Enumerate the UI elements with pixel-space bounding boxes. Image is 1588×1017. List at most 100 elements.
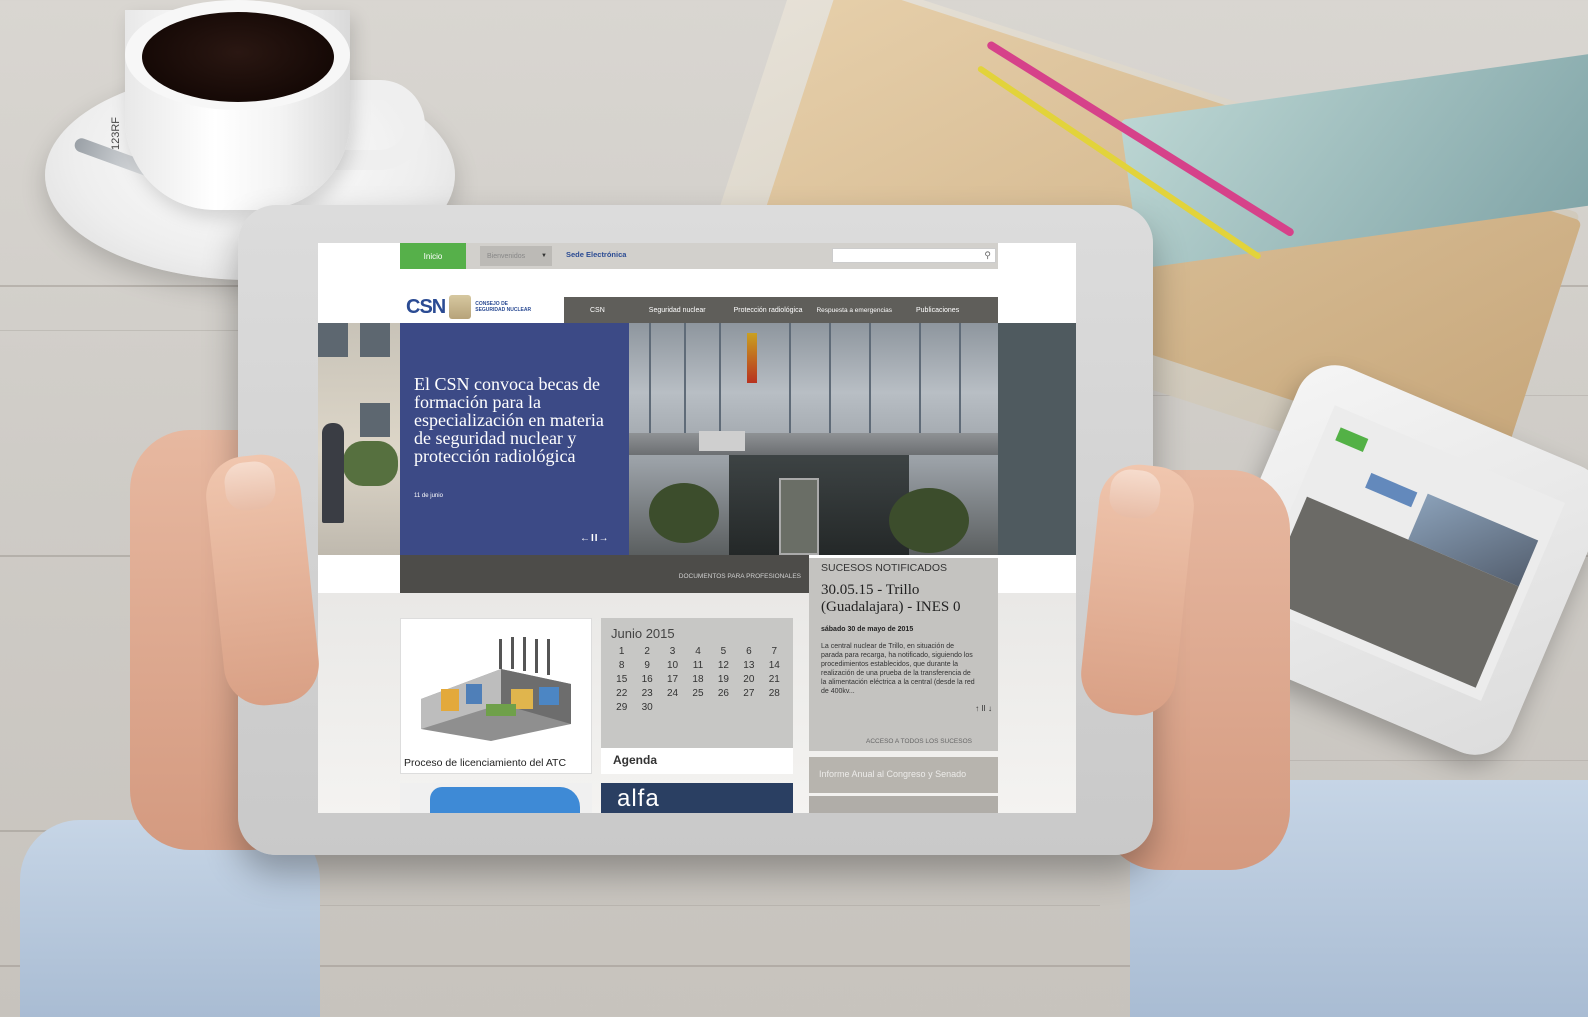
calendar-day[interactable]: 13 <box>736 660 761 671</box>
wood-grain <box>0 330 240 331</box>
coffee <box>142 12 334 102</box>
sucesos-controls[interactable]: ↑ II ↓ <box>975 703 992 714</box>
agenda-link[interactable]: Agenda <box>601 748 793 774</box>
sede-electronica-link[interactable]: Sede Electrónica <box>566 250 626 259</box>
all-sucesos-link[interactable]: ACCESO A TODOS LOS SUCESOS <box>866 738 972 745</box>
phone-home-tab <box>1335 427 1369 452</box>
calendar-day[interactable]: 15 <box>609 674 634 685</box>
calendar-grid: 1 2 3 4 5 6 7 8 9 10 11 12 13 14 15 16 1… <box>609 646 787 713</box>
nav-item-respuesta-emergencias[interactable]: Respuesta a emergencias <box>806 307 906 314</box>
window <box>318 323 348 357</box>
calendar-day[interactable]: 30 <box>634 702 659 713</box>
calendar-day[interactable]: 9 <box>634 660 659 671</box>
search-icon[interactable]: ⚲ <box>984 250 991 261</box>
sucesos-header: SUCESOS NOTIFICADOS <box>821 562 948 574</box>
hero-panel[interactable]: El CSN convoca becas de formación para l… <box>400 323 629 555</box>
entrance-canopy <box>629 433 998 455</box>
entrance <box>729 455 909 555</box>
calendar-day[interactable]: 2 <box>634 646 659 657</box>
chevron-down-icon: ▼ <box>541 253 547 259</box>
building-sign <box>699 431 745 451</box>
calendar-day[interactable]: 21 <box>762 674 787 685</box>
sucesos-panel: SUCESOS NOTIFICADOS 30.05.15 - Trillo (G… <box>809 558 998 751</box>
calendar-day[interactable]: 20 <box>736 674 761 685</box>
calendar-card: Junio 2015 1 2 3 4 5 6 7 8 9 10 11 12 13… <box>601 618 793 774</box>
calendar-day[interactable]: 7 <box>762 646 787 657</box>
tablet-screen: Inicio Bienvenidos ▼ Sede Electrónica ⚲ … <box>318 243 1076 813</box>
calendar-day[interactable]: 1 <box>609 646 634 657</box>
atc-card-label[interactable]: Proceso de licenciamiento del ATC <box>404 757 566 769</box>
window-mullion <box>829 323 831 433</box>
coat-of-arms-icon <box>449 295 472 319</box>
window-mullion <box>789 323 791 433</box>
atc-card[interactable]: Proceso de licenciamiento del ATC <box>400 618 592 774</box>
calendar-day[interactable]: 18 <box>685 674 710 685</box>
map-shape <box>430 787 580 813</box>
informe-anual-link[interactable]: Informe Anual al Congreso y Senado <box>809 757 998 793</box>
next-banner[interactable] <box>809 796 998 813</box>
slider-controls[interactable]: ←II→ <box>580 533 610 544</box>
hero-side-photo <box>318 323 400 555</box>
documents-bar[interactable]: DOCUMENTOS PARA PROFESIONALES <box>400 555 809 593</box>
plants <box>343 441 398 486</box>
map-card[interactable] <box>400 783 592 813</box>
search-input[interactable]: ⚲ <box>832 248 996 263</box>
shrub <box>649 483 719 543</box>
calendar-day[interactable]: 24 <box>660 688 685 699</box>
calendar-day[interactable]: 26 <box>711 688 736 699</box>
hero-title[interactable]: El CSN convoca becas de formación para l… <box>414 375 619 465</box>
wood-grain <box>300 905 1100 906</box>
facility-illustration <box>421 637 571 741</box>
window <box>360 403 390 437</box>
right-thumbnail <box>1107 467 1163 521</box>
window-mullion <box>684 323 686 433</box>
window-mullion <box>869 323 871 433</box>
person <box>322 423 344 523</box>
window-mullion <box>959 323 961 433</box>
photo-credit: 123RF <box>110 116 122 150</box>
calendar-month: Junio 2015 <box>611 626 675 641</box>
calendar-day[interactable]: 23 <box>634 688 659 699</box>
calendar-day[interactable]: 14 <box>762 660 787 671</box>
nav-item-proteccion-radiologica[interactable]: Protección radiológica <box>724 307 807 314</box>
hero-building-photo <box>629 323 998 555</box>
calendar-day[interactable]: 25 <box>685 688 710 699</box>
calendar-day[interactable]: 29 <box>609 702 634 713</box>
language-select[interactable]: Bienvenidos ▼ <box>480 246 552 266</box>
calendar-day[interactable]: 27 <box>736 688 761 699</box>
window <box>360 323 390 357</box>
window-mullion <box>649 323 651 433</box>
calendar-day[interactable]: 10 <box>660 660 685 671</box>
hero-date: 11 de junio <box>414 493 443 499</box>
calendar-day[interactable]: 28 <box>762 688 787 699</box>
calendar-day[interactable]: 8 <box>609 660 634 671</box>
informe-anual-label: Informe Anual al Congreso y Senado <box>819 769 967 779</box>
suceso-body: La central nuclear de Trillo, en situaci… <box>821 643 975 695</box>
phone-screen <box>1250 405 1565 701</box>
calendar-day[interactable]: 3 <box>660 646 685 657</box>
alfa-label: alfa <box>617 785 660 812</box>
calendar-day[interactable]: 6 <box>736 646 761 657</box>
calendar-day[interactable]: 16 <box>634 674 659 685</box>
agenda-label: Agenda <box>613 753 658 767</box>
calendar-day[interactable]: 5 <box>711 646 736 657</box>
home-tab[interactable]: Inicio <box>400 243 466 269</box>
calendar-day[interactable]: 11 <box>685 660 710 671</box>
logo-subtitle: CONSEJO DE SEGURIDAD NUCLEAR <box>475 301 532 313</box>
language-select-label: Bienvenidos <box>487 252 526 260</box>
window-mullion <box>919 323 921 433</box>
nav-item-csn[interactable]: CSN <box>564 307 639 314</box>
nav-item-publicaciones[interactable]: Publicaciones <box>906 307 969 314</box>
calendar-day[interactable]: 17 <box>660 674 685 685</box>
documents-link[interactable]: DOCUMENTOS PARA PROFESIONALES <box>679 573 801 580</box>
suceso-title[interactable]: 30.05.15 - Trillo (Guadalajara) - INES 0 <box>821 582 991 616</box>
calendar-day[interactable]: 4 <box>685 646 710 657</box>
calendar-day[interactable]: 12 <box>711 660 736 671</box>
calendar-day[interactable]: 19 <box>711 674 736 685</box>
alfa-card[interactable]: alfa <box>601 783 793 813</box>
csn-logo[interactable]: CSN CONSEJO DE SEGURIDAD NUCLEAR <box>406 293 537 321</box>
phone-logo <box>1365 472 1418 508</box>
calendar-day[interactable]: 22 <box>609 688 634 699</box>
nav-item-seguridad-nuclear[interactable]: Seguridad nuclear <box>639 307 724 314</box>
entrance-door <box>779 478 819 555</box>
